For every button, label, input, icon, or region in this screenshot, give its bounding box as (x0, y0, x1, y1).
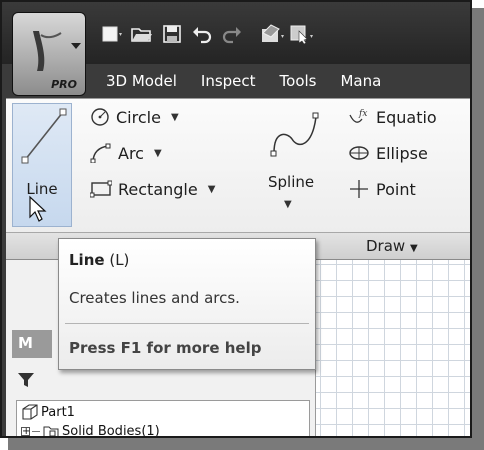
chevron-down-icon: ▼ (207, 183, 216, 195)
line-icon (21, 108, 67, 164)
tab-manage[interactable]: Mana (328, 72, 393, 90)
browser-tree: Part1 + Solid Bodies(1) (16, 400, 310, 438)
line-tooltip: Line (L) Creates lines and arcs. Press F… (58, 238, 316, 370)
tree-item-solid-bodies[interactable]: + Solid Bodies(1) (21, 423, 160, 438)
chevron-down-icon: ▼ (153, 147, 162, 159)
edition-label: PRO (51, 78, 77, 91)
circle-label: Circle (116, 107, 161, 127)
tab-tools[interactable]: Tools (268, 72, 329, 90)
frame-shadow-right (472, 8, 484, 450)
circle-icon (91, 108, 109, 126)
redo-icon[interactable] (218, 20, 246, 48)
chevron-down-icon: ▼ (284, 199, 292, 210)
appearance-icon[interactable] (288, 20, 316, 48)
app-window: PRO 3D Model Inspect Tools Mana Line Cir… (0, 0, 472, 438)
tree-item-label: Part1 (41, 404, 75, 420)
open-folder-icon[interactable] (128, 20, 156, 48)
chevron-down-icon (71, 43, 81, 49)
point-label: Point (376, 179, 416, 199)
solid-bodies-icon (43, 426, 59, 436)
tooltip-command: Line (69, 251, 105, 269)
tree-item-label: Solid Bodies(1) (62, 423, 160, 438)
point-icon (350, 180, 368, 198)
ellipse-label: Ellipse (376, 143, 428, 163)
tab-3d-model[interactable]: 3D Model (94, 72, 189, 90)
tooltip-description: Creates lines and arcs. (69, 289, 240, 307)
arc-label: Arc (118, 143, 144, 163)
equation-label: Equatio (376, 107, 437, 127)
spline-icon (270, 112, 319, 157)
rectangle-button[interactable]: Rectangle ▼ (90, 179, 215, 199)
tree-item-part[interactable]: Part1 (21, 403, 75, 421)
tooltip-divider (65, 323, 309, 324)
chevron-down-icon: ▼ (170, 111, 179, 123)
expand-icon[interactable]: + (21, 426, 30, 436)
tooltip-help: Press F1 for more help (69, 339, 262, 357)
new-file-icon[interactable] (98, 20, 126, 48)
arc-icon (90, 143, 111, 163)
filter-icon[interactable] (16, 370, 36, 390)
equation-curve-button[interactable]: fx Equatio (348, 107, 437, 127)
material-icon[interactable] (258, 20, 286, 48)
rectangle-icon (90, 180, 112, 198)
mouse-cursor-icon (29, 195, 47, 222)
circle-button[interactable]: Circle ▼ (90, 107, 179, 127)
application-menu-button[interactable]: PRO (12, 12, 86, 96)
tooltip-shortcut: (L) (109, 251, 130, 269)
save-icon[interactable] (158, 20, 186, 48)
tooltip-title: Line (L) (69, 251, 129, 269)
rectangle-label: Rectangle (118, 179, 198, 199)
graphics-window-grid[interactable] (316, 260, 470, 436)
draw-panel-label[interactable]: Draw ▼ (366, 237, 418, 255)
spline-label: Spline (268, 173, 315, 191)
app-logo-icon (33, 31, 62, 71)
ellipse-icon (349, 146, 369, 160)
arc-button[interactable]: Arc ▼ (90, 143, 162, 163)
tab-inspect[interactable]: Inspect (189, 72, 268, 90)
frame-shadow-bottom (8, 438, 484, 450)
undo-icon[interactable] (188, 20, 216, 48)
chevron-down-icon: ▼ (409, 243, 418, 254)
equation-curve-icon: fx (349, 109, 367, 123)
browser-tab-model[interactable]: M (12, 330, 52, 358)
ribbon-tabs: 3D Model Inspect Tools Mana (94, 64, 393, 98)
part-cube-icon (22, 404, 38, 420)
tree-connector (32, 430, 40, 432)
point-button[interactable]: Point (348, 179, 416, 199)
svg-text:fx: fx (358, 109, 367, 119)
ribbon-panel: Line Circle ▼ Arc ▼ Rectangle ▼ Spline ▼ (6, 98, 470, 232)
ellipse-button[interactable]: Ellipse (348, 143, 428, 163)
quick-access-toolbar (98, 20, 316, 48)
